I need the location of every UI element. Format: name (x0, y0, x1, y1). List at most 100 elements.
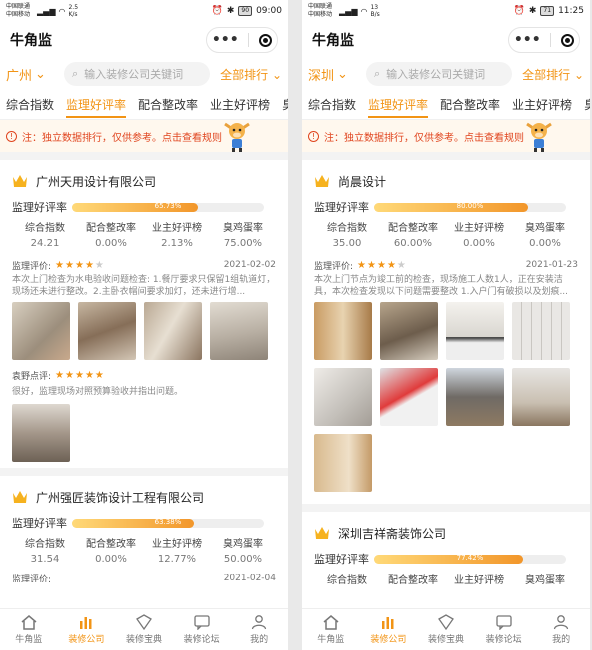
tab-supervisor-rating[interactable]: 监理好评率 (60, 90, 132, 119)
site-photo[interactable] (12, 302, 70, 360)
tabbar-item-2[interactable]: 装修宝典 (417, 609, 475, 650)
app-title: 牛角监 (10, 33, 52, 49)
stat-label: 臭鸡蛋率 (525, 575, 565, 586)
search-input[interactable]: ⌕ 输入装修公司关键词 (64, 62, 211, 86)
stat-value: 75.00% (223, 238, 263, 249)
notice-text: 注：独立数据排行，仅供参考。点击查看规则 (324, 132, 524, 144)
tabbar-item-4[interactable]: 我的 (230, 609, 288, 650)
site-photo[interactable] (12, 404, 70, 462)
stat-label: 业主好评榜 (152, 223, 202, 234)
company-card[interactable]: 广州天用设计有限公司 监理好评率 65.73% 综合指数 配合整改率 业主好评榜… (0, 160, 288, 468)
more-icon[interactable]: ••• (514, 32, 541, 48)
tabbar-label: 装修宝典 (427, 635, 464, 645)
tab-rectification[interactable]: 配合整改率 (132, 90, 204, 119)
star-rating: ★★★★★ (357, 259, 407, 271)
tab-composite[interactable]: 综合指数 (0, 90, 60, 119)
site-photo[interactable] (210, 302, 268, 360)
site-photo[interactable] (314, 368, 372, 426)
tab-composite[interactable]: 综合指数 (302, 90, 362, 119)
bluetooth-icon: ✱ (226, 6, 235, 16)
stats-grid: 综合指数 配合整改率 业主好评榜 臭鸡蛋率 (314, 574, 578, 588)
tabbar-item-0[interactable]: 牛角监 (0, 609, 58, 650)
close-miniapp-icon[interactable] (561, 33, 575, 47)
rating-label: 监理好评率 (12, 201, 67, 214)
tabbar-item-2[interactable]: 装修宝典 (115, 609, 173, 650)
status-bar: 中国联通 中国移动 ▂▄▆ ◠ 13 B/s ⏰ ✱ 71 11:25 (302, 0, 590, 22)
site-photo[interactable] (446, 302, 504, 360)
stat-value: 24.21 (30, 238, 60, 249)
city-selector[interactable]: 广州 ⌄ (6, 65, 64, 84)
site-photo[interactable] (380, 302, 438, 360)
rating-bar-text: 80.00% (456, 201, 484, 210)
stats-grid: 综合指数 配合整改率 业主好评榜 臭鸡蛋率 24.21 0.00% 2.13% … (12, 222, 276, 252)
city-selector[interactable]: 深圳 ⌄ (308, 65, 366, 84)
notice-banner[interactable]: ! 注：独立数据排行，仅供参考。点击查看规则 (302, 120, 590, 152)
eval-date: 2021-02-04 (223, 574, 276, 582)
stat-label: 综合指数 (327, 223, 367, 234)
city-label: 深圳 (308, 68, 335, 84)
bull-mascot-icon (224, 122, 250, 152)
company-card[interactable]: 广州强匠装饰设计工程有限公司 监理好评率 63.38% 综合指数 配合整改率 业… (0, 476, 288, 588)
search-input[interactable]: ⌕ 输入装修公司关键词 (366, 62, 513, 86)
site-photo[interactable] (380, 368, 438, 426)
tab-rectification[interactable]: 配合整改率 (434, 90, 506, 119)
stat-value: 35.00 (332, 238, 362, 249)
tabbar-label: 牛角监 (317, 635, 345, 645)
section-divider (0, 468, 288, 476)
user-icon (252, 615, 267, 630)
star-rating: ★★★★★ (55, 259, 105, 271)
rank-filter[interactable]: 全部排行 ⌄ (220, 66, 282, 83)
company-card[interactable]: 尚晨设计 监理好评率 80.00% 综合指数 配合整改率 业主好评榜 臭鸡蛋率 … (302, 160, 590, 498)
site-photo[interactable] (512, 368, 570, 426)
search-icon: ⌕ (374, 67, 381, 80)
forum-icon (495, 615, 512, 630)
tabbar-item-4[interactable]: 我的 (532, 609, 590, 650)
chevron-down-icon: ⌄ (271, 67, 282, 82)
alarm-icon: ⏰ (211, 6, 223, 16)
tab-bad-egg[interactable]: 臭 (578, 90, 590, 119)
rank-label: 全部排行 (522, 67, 571, 82)
tab-owner-rating[interactable]: 业主好评榜 (506, 90, 578, 119)
tabbar-item-3[interactable]: 装修论坛 (475, 609, 533, 650)
stat-value: 60.00% (393, 238, 433, 249)
tab-bad-egg[interactable]: 臭 (276, 90, 288, 119)
stat-label: 业主好评榜 (454, 223, 504, 234)
rating-bar-text: 77.42% (456, 553, 484, 562)
site-photo[interactable] (314, 434, 372, 492)
site-photo[interactable] (512, 302, 570, 360)
bottom-tab-bar: 牛角监 装修公司 装修宝典 装修论坛 我的 (0, 608, 288, 650)
site-photo[interactable] (78, 302, 136, 360)
capsule-divider (550, 33, 552, 47)
tab-supervisor-rating[interactable]: 监理好评率 (362, 90, 434, 119)
close-miniapp-icon[interactable] (259, 33, 273, 47)
site-photo[interactable] (446, 368, 504, 426)
chevron-down-icon: ⌄ (35, 66, 46, 82)
more-icon[interactable]: ••• (212, 32, 239, 48)
rank-label: 全部排行 (220, 67, 269, 82)
company-card[interactable]: 深圳吉祥斋装饰公司 监理好评率 77.42% 综合指数 配合整改率 业主好评榜 … (302, 512, 590, 594)
clock: 09:00 (256, 6, 282, 16)
photo-grid (12, 404, 276, 462)
section-divider (0, 152, 288, 160)
tab-owner-rating[interactable]: 业主好评榜 (204, 90, 276, 119)
carrier-1: 中国联通 (308, 3, 333, 10)
tabbar-item-1[interactable]: 装修公司 (58, 609, 116, 650)
tabbar-item-1[interactable]: 装修公司 (360, 609, 418, 650)
reply-text: 很好，监理现场对照预算验收并指出问题。 (12, 387, 184, 397)
site-photo[interactable] (144, 302, 202, 360)
site-photo[interactable] (314, 302, 372, 360)
wifi-icon: ◠ (58, 6, 66, 16)
stat-label: 臭鸡蛋率 (525, 223, 565, 234)
rating-bar: 77.42% (374, 554, 566, 564)
carrier-1: 中国联通 (6, 3, 31, 10)
tabbar-item-0[interactable]: 牛角监 (302, 609, 360, 650)
user-icon (554, 615, 569, 630)
company-name: 广州强匠装饰设计工程有限公司 (36, 490, 205, 505)
rank-filter[interactable]: 全部排行 ⌄ (522, 66, 584, 83)
notice-banner[interactable]: ! 注：独立数据排行，仅供参考。点击查看规则 (0, 120, 288, 152)
app-title: 牛角监 (312, 33, 354, 49)
tabbar-item-3[interactable]: 装修论坛 (173, 609, 231, 650)
battery: 71 (540, 6, 555, 16)
section-divider (302, 504, 590, 512)
rating-bar-fill: 77.42% (374, 554, 523, 564)
